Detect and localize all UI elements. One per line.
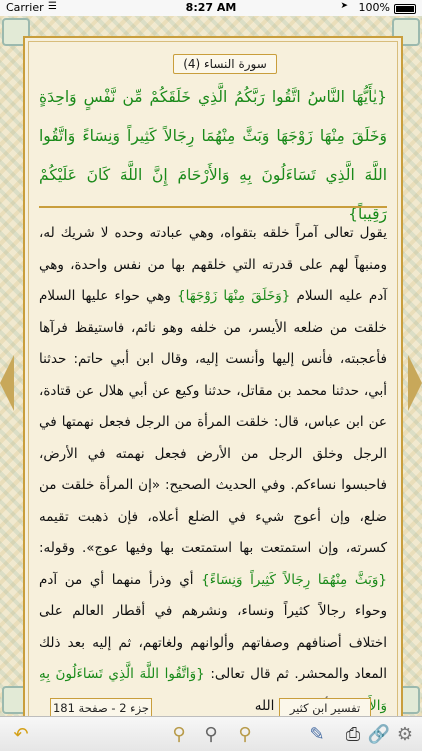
- content-page: (4) سورة النساء {يٰأَيُّهَا النَّاسُ اتَ…: [23, 36, 403, 722]
- settings-icon[interactable]: ⚙: [392, 721, 418, 747]
- status-bar: Carrier ☰ 8:27 AM ➤ 100%: [0, 0, 422, 16]
- zoom-in-icon[interactable]: ⚲: [232, 721, 258, 747]
- zoom-out-icon[interactable]: ⚲: [166, 721, 192, 747]
- page-info-label[interactable]: جزء 2 - صفحة 181: [50, 698, 152, 718]
- search-icon[interactable]: ⚲: [198, 721, 224, 747]
- tafsir-text: يقول تعالى آمراً خلقه بتقواه، وهي عبادته…: [39, 218, 387, 720]
- tafsir-paragraph: وهي حواء عليها السلام خلقت من ضلعه الأيس…: [39, 288, 387, 556]
- pen-icon[interactable]: ✎: [304, 721, 330, 747]
- battery-percent: 100%: [358, 1, 390, 14]
- verse-text: {يٰأَيُّهَا النَّاسُ اتَّقُوا رَبَّكُمُ …: [39, 88, 387, 223]
- print-icon[interactable]: ⎙: [340, 721, 366, 747]
- battery-icon: [394, 4, 416, 14]
- verse-divider: [39, 206, 387, 208]
- quran-quote: {وَبَثَّ مِنْهُمَا رِجَالاً كَثِيراً وَن…: [201, 571, 387, 588]
- toolbar: ↶ ⚲ ⚲ ⚲ ✎ ⎙ 🔗 ⚙: [0, 716, 422, 751]
- back-icon[interactable]: ↶: [8, 721, 34, 747]
- link-icon[interactable]: 🔗: [366, 721, 392, 747]
- location-icon: ➤: [340, 1, 348, 11]
- quran-quote: {وَخَلَقَ مِنْهَا زَوْجَهَا}: [177, 288, 291, 304]
- surah-title: (4) سورة النساء: [173, 54, 277, 74]
- book-title-label[interactable]: تفسير ابن كثير: [279, 698, 371, 718]
